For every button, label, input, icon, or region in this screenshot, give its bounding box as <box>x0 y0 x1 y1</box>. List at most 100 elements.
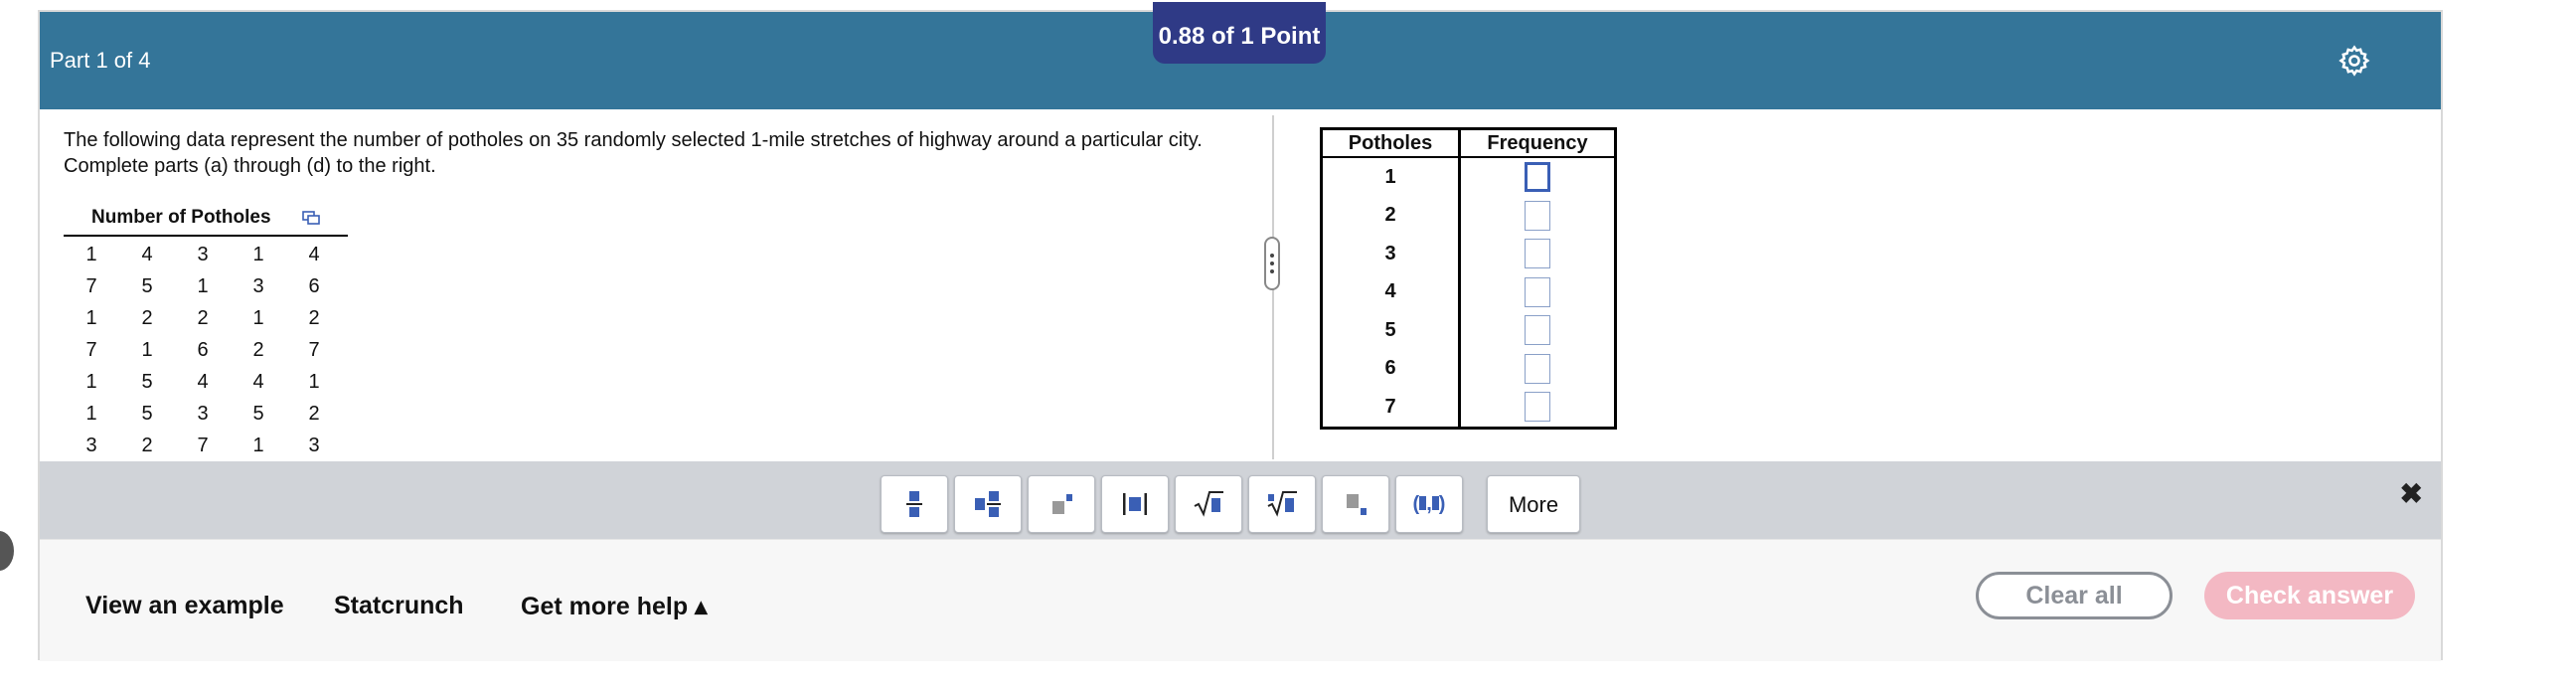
score-badge: 0.88 of 1 Point <box>1153 2 1326 64</box>
table-row: 7 5 1 3 6 <box>64 270 348 302</box>
potholes-value: 3 <box>1321 235 1461 273</box>
frequency-cell <box>1460 350 1616 389</box>
frequency-input[interactable] <box>1525 239 1550 269</box>
frequency-table: Potholes Frequency 1234567 <box>1320 127 1617 430</box>
data-cell: 4 <box>197 371 209 393</box>
fraction-button[interactable] <box>881 475 948 533</box>
frequency-cell <box>1460 273 1616 312</box>
frequency-cell <box>1460 157 1616 197</box>
gear-icon[interactable] <box>2337 44 2371 78</box>
table-row: 7 1 6 2 7 <box>64 334 348 366</box>
data-cell: 3 <box>197 244 209 265</box>
data-cell: 1 <box>252 435 264 456</box>
data-cell: 1 <box>252 307 264 329</box>
frequency-input[interactable] <box>1525 315 1550 346</box>
frequency-table-header-frequency: Frequency <box>1459 128 1616 158</box>
frequency-input[interactable] <box>1525 200 1550 231</box>
fraction-icon <box>906 491 922 517</box>
nth-root-button[interactable] <box>1248 475 1316 533</box>
table-row: 1 5 4 4 1 <box>64 366 348 398</box>
data-cell: 5 <box>141 403 153 425</box>
nth-root-icon <box>1267 491 1297 517</box>
panel-resize-handle[interactable] <box>1264 237 1280 290</box>
data-cell: 3 <box>252 275 264 297</box>
view-example-link[interactable]: View an example <box>85 592 284 620</box>
data-table-rule <box>64 235 348 237</box>
frequency-cell <box>1460 235 1616 273</box>
table-row: 1 5 3 5 2 <box>64 398 348 430</box>
ordered-pair-button[interactable]: (,) <box>1395 475 1463 533</box>
edge-handle <box>0 531 14 571</box>
square-root-button[interactable] <box>1175 475 1242 533</box>
data-cell: 2 <box>141 307 153 329</box>
table-row: 3 2 7 1 3 <box>64 430 348 461</box>
data-cell: 1 <box>197 275 209 297</box>
data-cell: 2 <box>308 403 320 425</box>
table-row: 1 2 2 1 2 <box>64 302 348 334</box>
more-button[interactable]: More <box>1487 475 1580 533</box>
data-cell: 1 <box>308 371 320 393</box>
data-cell: 4 <box>141 244 153 265</box>
data-cell: 3 <box>85 435 97 456</box>
subscript-button[interactable] <box>1322 475 1389 533</box>
potholes-value: 6 <box>1321 349 1461 388</box>
statcrunch-link[interactable]: Statcrunch <box>334 592 464 620</box>
close-icon[interactable]: ✖ <box>2400 477 2423 510</box>
frequency-input[interactable] <box>1525 353 1550 384</box>
data-cell: 5 <box>141 371 153 393</box>
absolute-value-button[interactable] <box>1101 475 1169 533</box>
data-cell: 1 <box>85 371 97 393</box>
frequency-input[interactable] <box>1525 276 1550 307</box>
data-cell: 7 <box>197 435 209 456</box>
data-cell: 1 <box>252 244 264 265</box>
data-cell: 6 <box>308 275 320 297</box>
question-prompt: The following data represent the number … <box>64 129 1203 177</box>
data-cell: 2 <box>197 307 209 329</box>
table-row: 1 <box>1321 157 1616 197</box>
data-cell: 7 <box>308 339 320 361</box>
frequency-input[interactable] <box>1525 392 1550 423</box>
table-row: 5 <box>1321 311 1616 350</box>
table-row: 6 <box>1321 349 1616 389</box>
part-label: Part 1 of 4 <box>50 48 151 73</box>
check-answer-button[interactable]: Check answer <box>2204 572 2415 619</box>
pothole-data-grid: 1 4 3 1 4 7 5 1 3 6 1 2 2 1 2 7 1 6 2 7 1 5 4 4 1 1 5 3 5 2 3 2 7 1 3 <box>64 239 348 461</box>
potholes-value: 1 <box>1321 157 1461 197</box>
data-cell: 1 <box>141 339 153 361</box>
frequency-table-header-potholes: Potholes <box>1321 128 1461 158</box>
data-cell: 2 <box>141 435 153 456</box>
data-cell: 2 <box>308 307 320 329</box>
frequency-cell <box>1460 311 1616 350</box>
table-row: 2 <box>1321 196 1616 236</box>
table-row: 7 <box>1321 388 1616 428</box>
data-cell: 2 <box>252 339 264 361</box>
data-cell: 1 <box>85 307 97 329</box>
exponent-icon <box>1052 494 1072 514</box>
potholes-value: 7 <box>1321 388 1461 428</box>
data-cell: 7 <box>85 339 97 361</box>
question-footer: View an example Statcrunch Get more help… <box>40 539 2441 661</box>
mixed-number-button[interactable] <box>954 475 1022 533</box>
data-cell: 3 <box>308 435 320 456</box>
clear-all-button[interactable]: Clear all <box>1976 572 2173 619</box>
get-more-help-menu[interactable]: Get more help ▴ <box>521 592 708 621</box>
frequency-input[interactable] <box>1525 162 1550 193</box>
data-table-title: Number of Potholes <box>91 207 271 228</box>
table-row: 1 4 3 1 4 <box>64 239 348 270</box>
frequency-cell <box>1460 388 1616 428</box>
data-cell: 7 <box>85 275 97 297</box>
data-cell: 3 <box>197 403 209 425</box>
data-cell: 4 <box>252 371 264 393</box>
question-card: Part 1 of 4 0.88 of 1 Point The followin… <box>38 2 2443 661</box>
data-cell: 6 <box>197 339 209 361</box>
mixed-number-icon <box>975 491 1001 517</box>
data-cell: 5 <box>141 275 153 297</box>
popout-icon[interactable] <box>302 211 320 225</box>
square-root-icon <box>1194 491 1223 517</box>
exponent-button[interactable] <box>1028 475 1095 533</box>
potholes-value: 2 <box>1321 196 1461 235</box>
potholes-value: 4 <box>1321 272 1461 311</box>
frequency-cell <box>1460 197 1616 236</box>
subscript-icon <box>1347 494 1367 515</box>
data-cell: 1 <box>85 403 97 425</box>
